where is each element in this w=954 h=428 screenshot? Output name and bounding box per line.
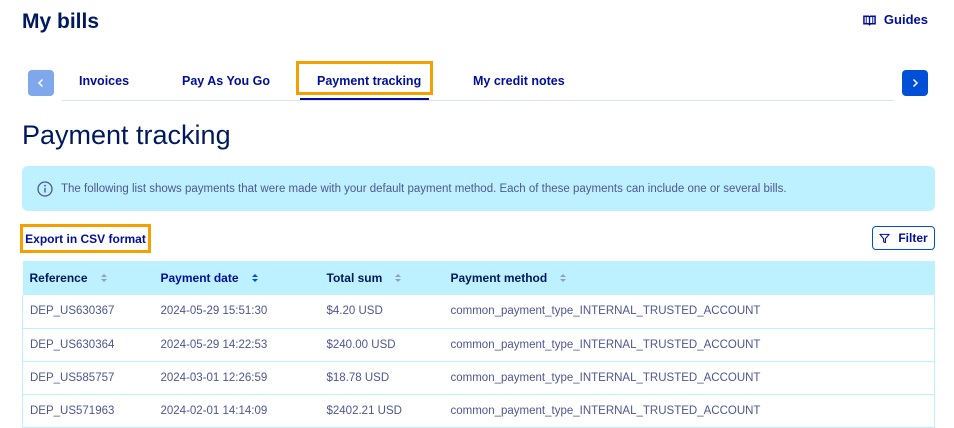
table-header-row: Reference Payment date Total sum Payment… (22, 261, 935, 295)
cell-payment-date: 2024-02-01 14:14:09 (160, 394, 327, 428)
cell-total-sum: $2402.21 USD (326, 394, 451, 428)
cell-reference: DEP_US630367 (22, 295, 161, 329)
cell-reference: DEP_US571963 (22, 394, 161, 428)
tab-strip: Invoices Pay As You Go Payment tracking … (62, 61, 894, 101)
chevron-right-icon (912, 78, 919, 88)
cell-payment-date: 2024-03-01 12:26:59 (160, 361, 327, 395)
filter-button[interactable]: Filter (872, 226, 935, 250)
column-label: Reference (29, 271, 88, 285)
guides-label: Guides (883, 12, 928, 27)
cell-total-sum: $4.20 USD (326, 295, 451, 329)
cell-payment-date: 2024-05-29 15:51:30 (160, 295, 327, 329)
tab-my-credit-notes[interactable]: My credit notes (473, 74, 565, 88)
tabs-prev-button[interactable] (28, 70, 54, 96)
page-title: My bills (22, 10, 100, 33)
cell-payment-method: common_payment_type_INTERNAL_TRUSTED_ACC… (450, 328, 935, 362)
tab-payment-tracking[interactable]: Payment tracking (317, 74, 421, 88)
filter-label: Filter (898, 231, 928, 245)
info-text: The following list shows payments that w… (61, 182, 787, 195)
cell-payment-method: common_payment_type_INTERNAL_TRUSTED_ACC… (450, 295, 935, 329)
column-header-total-sum[interactable]: Total sum (326, 261, 451, 295)
guides-link[interactable]: Guides (863, 12, 928, 27)
tab-invoices[interactable]: Invoices (79, 74, 129, 88)
table-row: DEP_US571963 2024-02-01 14:14:09 $2402.2… (22, 394, 935, 428)
section-title: Payment tracking (22, 120, 231, 150)
column-header-reference[interactable]: Reference (22, 261, 161, 295)
payments-table: Reference Payment date Total sum Payment… (22, 261, 935, 428)
cell-reference: DEP_US630364 (22, 328, 161, 362)
info-icon (37, 180, 53, 197)
sort-icon (395, 274, 402, 282)
active-tab-underline (300, 98, 429, 100)
column-header-payment-date[interactable]: Payment date (160, 261, 327, 295)
column-label: Payment date (160, 271, 239, 285)
filter-icon (879, 233, 890, 243)
cell-total-sum: $240.00 USD (326, 328, 451, 362)
page-header: My bills Guides (22, 8, 928, 38)
column-label: Total sum (326, 271, 383, 285)
info-banner: The following list shows payments that w… (22, 166, 935, 211)
cell-total-sum: $18.78 USD (326, 361, 451, 395)
cell-payment-date: 2024-05-29 14:22:53 (160, 328, 327, 362)
column-label: Payment method (450, 271, 548, 285)
export-csv-link[interactable]: Export in CSV format (20, 224, 151, 253)
cell-payment-method: common_payment_type_INTERNAL_TRUSTED_ACC… (450, 361, 935, 395)
sort-icon (100, 274, 107, 282)
table-row: DEP_US630364 2024-05-29 14:22:53 $240.00… (22, 328, 935, 362)
table-row: DEP_US630367 2024-05-29 15:51:30 $4.20 U… (22, 295, 935, 329)
book-icon (863, 15, 876, 26)
chevron-left-icon (37, 78, 44, 88)
sort-icon (251, 274, 258, 282)
column-header-payment-method[interactable]: Payment method (450, 261, 935, 295)
tab-bar: Invoices Pay As You Go Payment tracking … (28, 61, 928, 102)
table-row: DEP_US585757 2024-03-01 12:26:59 $18.78 … (22, 361, 935, 395)
cell-reference: DEP_US585757 (22, 361, 161, 395)
tab-pay-as-you-go[interactable]: Pay As You Go (182, 74, 270, 88)
cell-payment-method: common_payment_type_INTERNAL_TRUSTED_ACC… (450, 394, 935, 428)
sort-icon (560, 274, 567, 282)
tabs-next-button[interactable] (902, 70, 928, 96)
